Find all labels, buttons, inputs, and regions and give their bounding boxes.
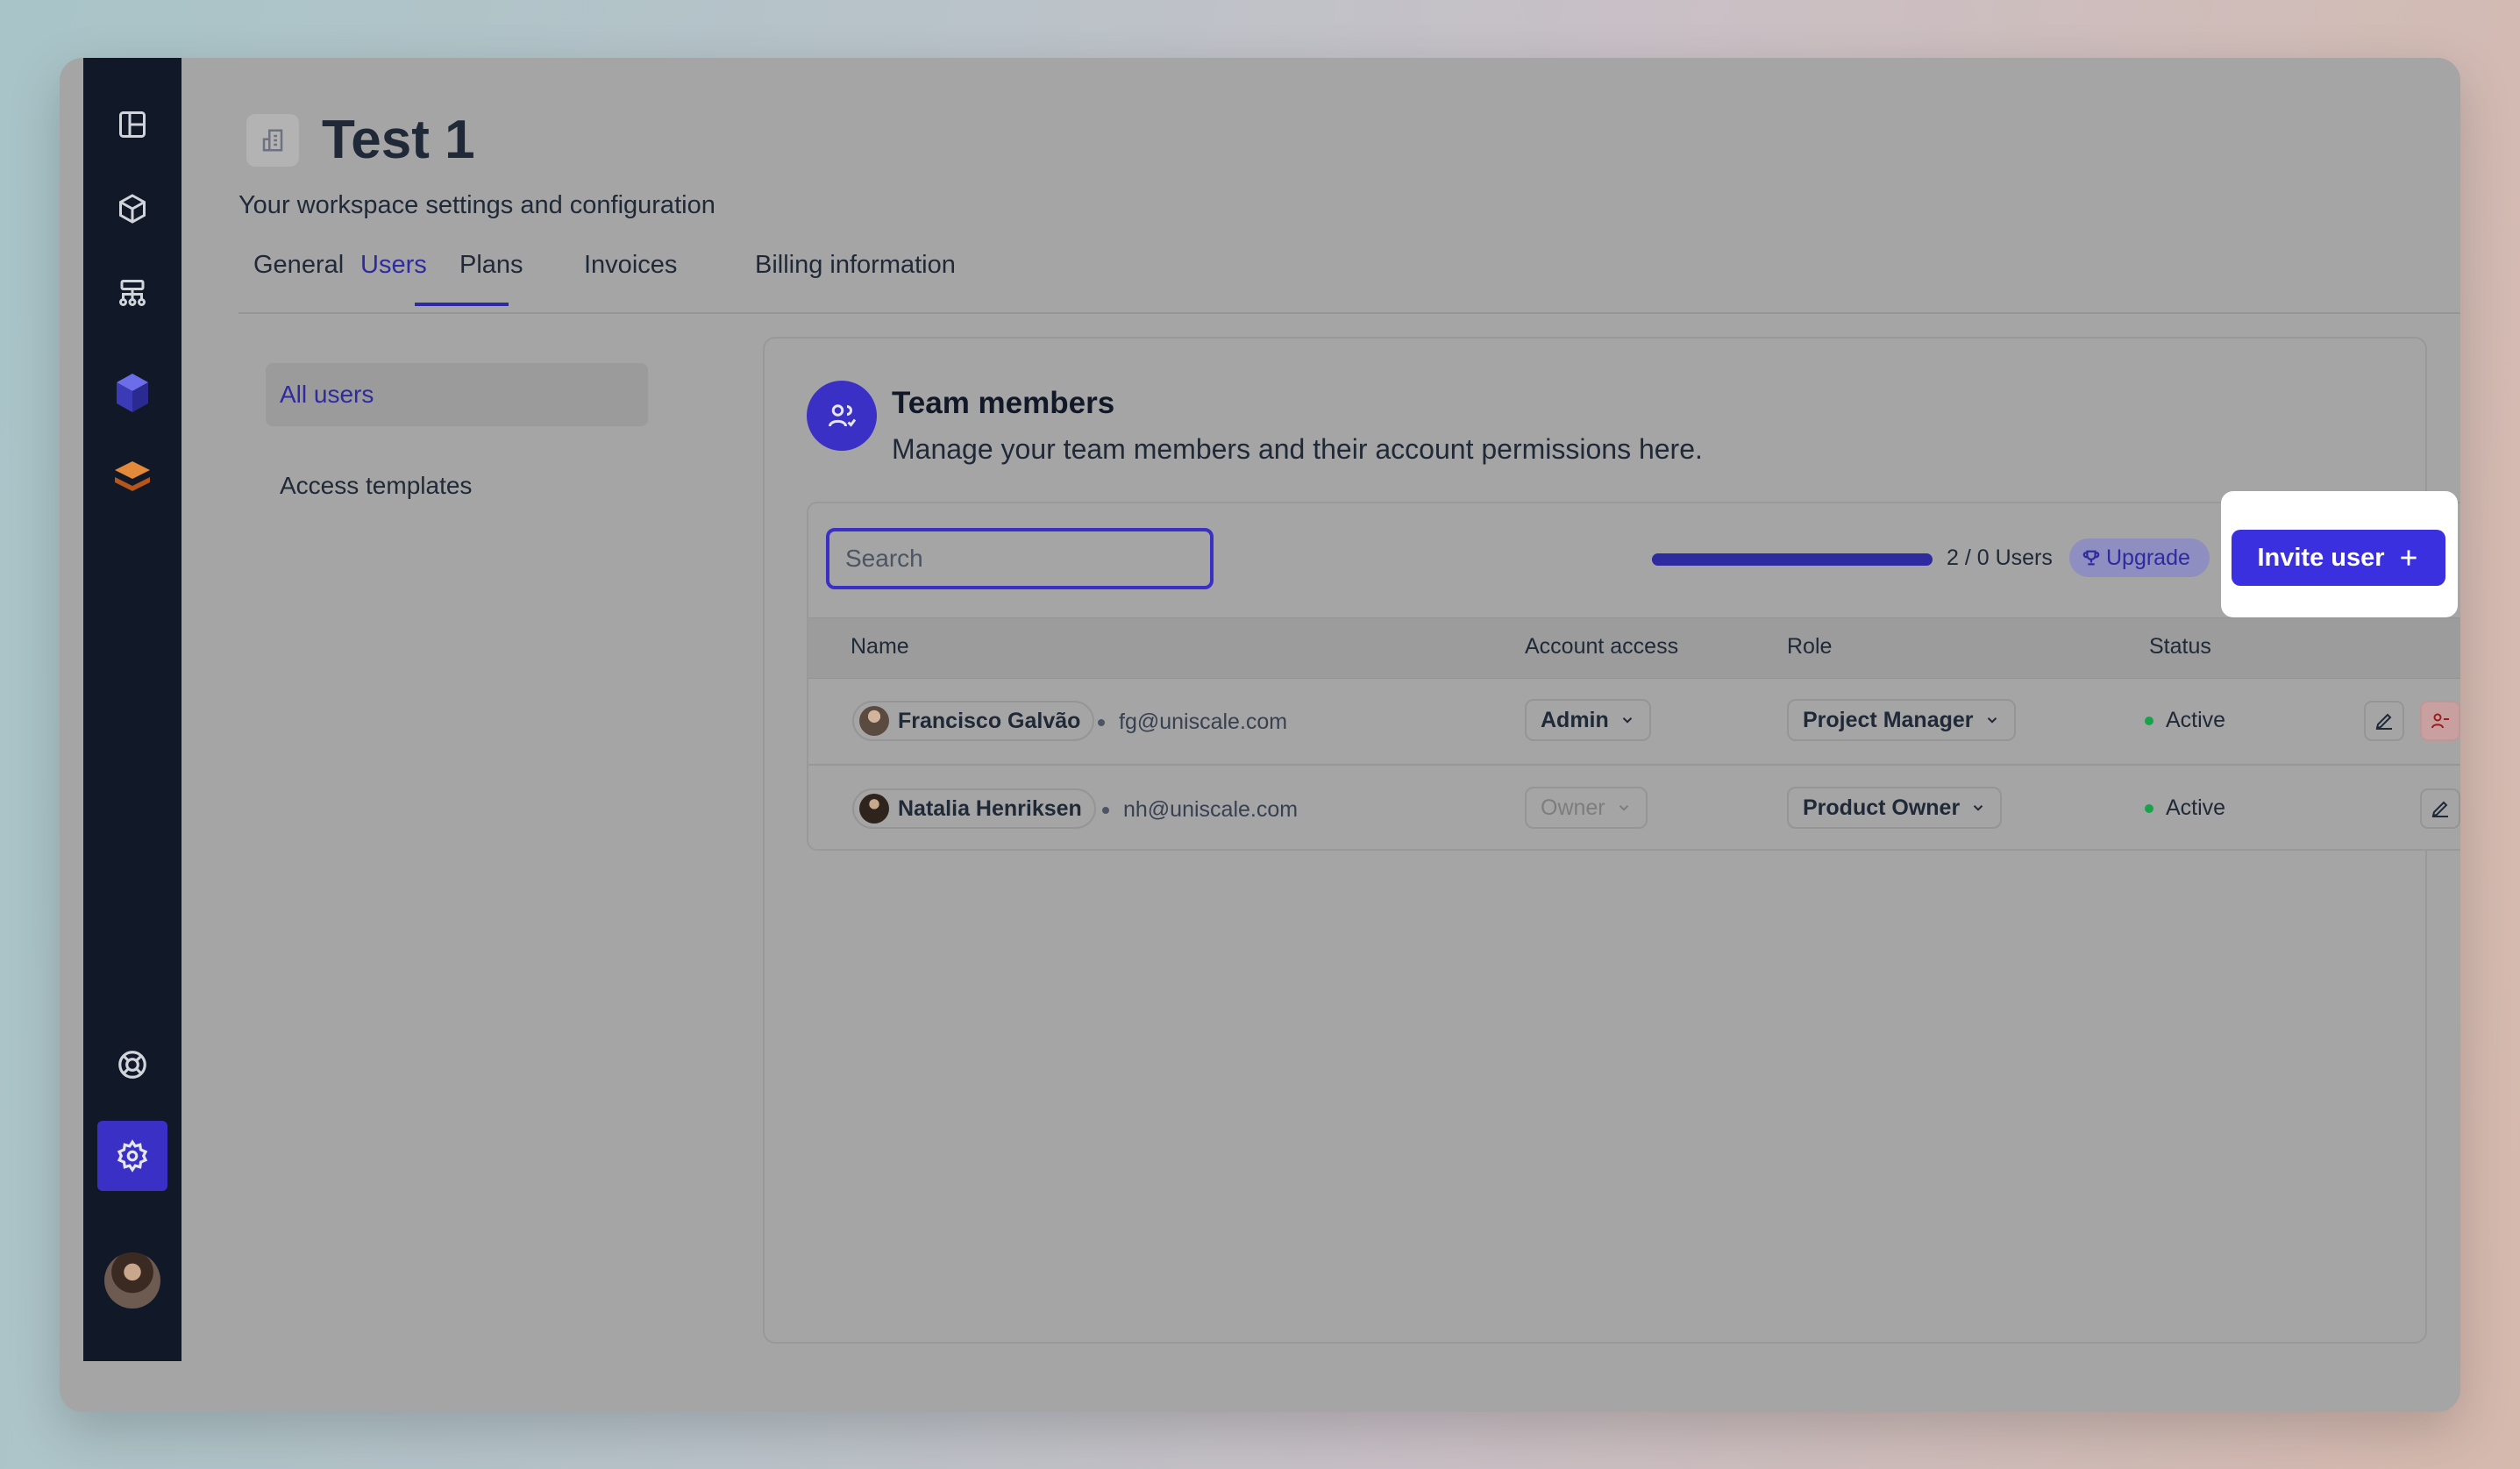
page-title: Test 1 bbox=[322, 110, 475, 170]
user-name: Francisco Galvão bbox=[898, 708, 1081, 733]
status-badge: Active bbox=[2145, 708, 2225, 733]
users-check-icon bbox=[807, 381, 877, 451]
column-header-status: Status bbox=[2149, 634, 2211, 659]
user-email: nh@uniscale.com bbox=[1102, 797, 1298, 823]
user-count-text: 2 / 0 Users bbox=[1947, 546, 2053, 570]
plus-icon bbox=[2400, 550, 2417, 566]
pencil-icon bbox=[2431, 801, 2448, 817]
chevron-down-icon bbox=[1973, 805, 1983, 811]
account-access-value: Admin bbox=[1541, 707, 1609, 732]
chevron-down-icon bbox=[1987, 717, 1997, 724]
tab-invoices[interactable]: Invoices bbox=[584, 251, 677, 280]
layout-icon[interactable] bbox=[101, 93, 164, 156]
upgrade-button[interactable]: Upgrade bbox=[2069, 538, 2210, 577]
page-subtitle: Your workspace settings and configuratio… bbox=[238, 191, 715, 219]
column-header-account-access: Account access bbox=[1525, 634, 1679, 659]
status-badge: Active bbox=[2145, 795, 2225, 821]
help-icon[interactable] bbox=[101, 1033, 164, 1096]
status-text: Active bbox=[2166, 795, 2226, 820]
search-input[interactable] bbox=[826, 528, 1214, 589]
status-text: Active bbox=[2166, 708, 2226, 732]
edit-user-button[interactable] bbox=[2364, 701, 2404, 741]
logo-blue-icon[interactable] bbox=[101, 361, 164, 424]
cube-icon[interactable] bbox=[101, 177, 164, 240]
sidebar bbox=[83, 58, 182, 1361]
remove-user-button[interactable] bbox=[2420, 701, 2460, 741]
column-header-role: Role bbox=[1787, 634, 1833, 659]
active-tab-indicator bbox=[415, 303, 509, 306]
tab-users[interactable]: Users bbox=[360, 251, 427, 280]
status-dot bbox=[2145, 803, 2153, 813]
usage-progress-bar bbox=[1652, 553, 1933, 566]
user-name-chip[interactable]: Natalia Henriksen bbox=[852, 788, 1096, 829]
card-description: Manage your team members and their accou… bbox=[892, 433, 1703, 465]
chevron-down-icon bbox=[1622, 717, 1632, 724]
users-table: 2 / 0 Users Upgrade Invite user Name Acc… bbox=[807, 491, 2460, 852]
separator-dot bbox=[1098, 719, 1105, 727]
role-select[interactable]: Product Owner bbox=[1787, 787, 2003, 829]
account-access-select[interactable]: Admin bbox=[1525, 699, 1651, 741]
settings-icon[interactable] bbox=[97, 1121, 167, 1191]
user-email: fg@uniscale.com bbox=[1098, 710, 1287, 735]
tab-general[interactable]: General bbox=[253, 251, 344, 280]
invite-user-button[interactable]: Invite user bbox=[2232, 530, 2445, 586]
role-select[interactable]: Project Manager bbox=[1787, 699, 2016, 741]
chevron-down-icon bbox=[1619, 805, 1628, 811]
upgrade-label: Upgrade bbox=[2106, 545, 2190, 570]
tab-bar: General Users Plans Invoices Billing inf… bbox=[238, 251, 2460, 314]
avatar bbox=[859, 706, 889, 736]
team-members-card: Team members Manage your team members an… bbox=[763, 337, 2460, 1344]
account-access-value: Owner bbox=[1541, 795, 1605, 820]
separator-dot bbox=[1102, 807, 1109, 815]
invite-highlight: Invite user bbox=[2221, 491, 2458, 617]
invite-user-label: Invite user bbox=[2257, 543, 2385, 572]
logo-orange-icon[interactable] bbox=[101, 446, 164, 509]
main-content: Test 1 Your workspace settings and confi… bbox=[182, 58, 2460, 1412]
user-name-chip[interactable]: Francisco Galvão bbox=[852, 701, 1095, 741]
user-name: Natalia Henriksen bbox=[898, 795, 1082, 821]
card-title: Team members bbox=[892, 386, 1115, 420]
left-nav-all-users[interactable]: All users bbox=[266, 363, 648, 426]
usage-progress-fill bbox=[1652, 553, 1933, 566]
table-header: Name Account access Role Status bbox=[808, 617, 2460, 679]
avatar bbox=[859, 794, 889, 824]
app-window: Test 1 Your workspace settings and confi… bbox=[60, 58, 2460, 1412]
table-row: Francisco Galvão fg@uniscale.com Admin P… bbox=[808, 678, 2460, 766]
user-minus-icon bbox=[2431, 713, 2449, 729]
role-value: Product Owner bbox=[1803, 795, 1961, 820]
user-email-text: nh@uniscale.com bbox=[1123, 797, 1299, 822]
avatar[interactable] bbox=[104, 1252, 160, 1309]
left-nav-access-templates[interactable]: Access templates bbox=[280, 472, 472, 500]
tab-plans[interactable]: Plans bbox=[459, 251, 523, 280]
user-email-text: fg@uniscale.com bbox=[1119, 710, 1288, 734]
pencil-icon bbox=[2375, 713, 2392, 730]
table-row: Natalia Henriksen nh@uniscale.com Owner … bbox=[808, 766, 2460, 852]
account-access-select: Owner bbox=[1525, 787, 1648, 829]
trophy-icon bbox=[2082, 550, 2100, 566]
column-header-name: Name bbox=[851, 634, 909, 659]
tab-billing-information[interactable]: Billing information bbox=[755, 251, 956, 280]
sitemap-icon[interactable] bbox=[101, 261, 164, 324]
building-icon bbox=[246, 114, 299, 167]
edit-user-button[interactable] bbox=[2420, 788, 2460, 829]
status-dot bbox=[2145, 716, 2153, 725]
role-value: Project Manager bbox=[1803, 707, 1974, 732]
